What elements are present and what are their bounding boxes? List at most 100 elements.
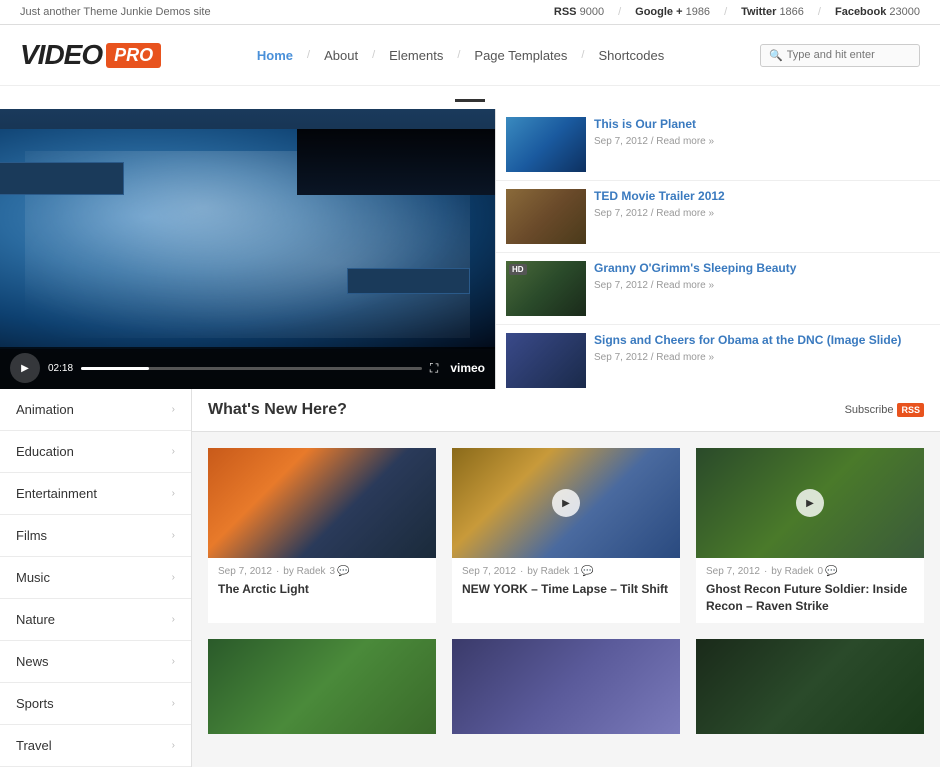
- comment-count: 3 💬: [330, 566, 350, 577]
- hd-badge: HD: [509, 264, 527, 275]
- article-date: Sep 7, 2012: [462, 566, 516, 577]
- nav-home[interactable]: Home: [247, 44, 303, 67]
- main-nav: Home / About / Elements / Page Templates…: [247, 44, 674, 67]
- sidebar-label: Education: [16, 444, 74, 459]
- hero-item-thumb: [506, 333, 586, 388]
- article-thumbnail: ▶: [696, 448, 924, 558]
- logo-text: VIDEO: [20, 39, 102, 71]
- search-icon: 🔍: [769, 49, 783, 62]
- divider3: /: [818, 6, 821, 18]
- sidebar-label: News: [16, 654, 49, 669]
- subscribe-label: Subscribe: [845, 404, 894, 416]
- article-title: Ghost Recon Future Soldier: Inside Recon…: [706, 581, 914, 615]
- play-overlay-icon: ▶: [796, 489, 824, 517]
- social-links: RSS 9000 / Google + 1986 / Twitter 1866 …: [554, 6, 920, 18]
- accent-line: [455, 99, 485, 102]
- article-meta: Sep 7, 2012 · by Radek 3 💬: [218, 566, 426, 577]
- video-thumbnail: [0, 129, 495, 349]
- hero-item-text: This is Our Planet Sep 7, 2012 / Read mo…: [594, 117, 714, 147]
- sidebar-label: Animation: [16, 402, 74, 417]
- facebook-link[interactable]: Facebook 23000: [835, 6, 920, 18]
- top-bar: Just another Theme Junkie Demos site RSS…: [0, 0, 940, 25]
- hero-item-title: This is Our Planet: [594, 117, 714, 133]
- nav-shortcodes[interactable]: Shortcodes: [588, 44, 674, 67]
- hero-item-text: TED Movie Trailer 2012 Sep 7, 2012 / Rea…: [594, 189, 725, 219]
- sidebar-item-travel[interactable]: Travel ›: [0, 725, 191, 767]
- sidebar-item-education[interactable]: Education ›: [0, 431, 191, 473]
- subscribe-button[interactable]: Subscribe RSS: [845, 403, 924, 417]
- article-author: by Radek: [771, 566, 813, 577]
- hero-section: ▶ 02:18 ⛶ vimeo This is Our Planet Sep 7…: [0, 109, 940, 389]
- sidebar-item-news[interactable]: News ›: [0, 641, 191, 683]
- sidebar-item-sports[interactable]: Sports ›: [0, 683, 191, 725]
- article-card[interactable]: [696, 639, 924, 734]
- logo-pro: PRO: [106, 43, 161, 68]
- article-date: Sep 7, 2012: [218, 566, 272, 577]
- nav-about[interactable]: About: [314, 44, 368, 67]
- article-card[interactable]: ▶ Sep 7, 2012 · by Radek 0 💬 Ghost Recon…: [696, 448, 924, 623]
- chevron-right-icon: ›: [172, 656, 175, 667]
- hero-item-meta: Sep 7, 2012 / Read more »: [594, 136, 714, 147]
- hero-item-title: Signs and Cheers for Obama at the DNC (I…: [594, 333, 901, 349]
- article-card[interactable]: [452, 639, 680, 734]
- nav-accent: [0, 86, 940, 109]
- play-button[interactable]: ▶: [10, 353, 40, 383]
- play-overlay-icon: ▶: [552, 489, 580, 517]
- article-title: The Arctic Light: [218, 581, 426, 598]
- article-thumbnail: [696, 639, 924, 734]
- hero-sidebar-item[interactable]: HD Granny O'Grimm's Sleeping Beauty Sep …: [496, 253, 940, 325]
- sidebar-nav: Animation › Education › Entertainment › …: [0, 389, 192, 767]
- sidebar-item-music[interactable]: Music ›: [0, 557, 191, 599]
- google-link[interactable]: Google + 1986: [635, 6, 710, 18]
- fullscreen-button[interactable]: ⛶: [430, 361, 438, 376]
- sidebar-label: Films: [16, 528, 47, 543]
- hero-video-player[interactable]: ▶ 02:18 ⛶ vimeo: [0, 109, 495, 389]
- logo[interactable]: VIDEO PRO: [20, 39, 161, 71]
- search-box[interactable]: 🔍: [760, 44, 920, 67]
- article-title: NEW YORK – Time Lapse – Tilt Shift: [462, 581, 670, 598]
- sidebar-label: Entertainment: [16, 486, 97, 501]
- chevron-right-icon: ›: [172, 740, 175, 751]
- article-grid: Sep 7, 2012 · by Radek 3 💬 The Arctic Li…: [192, 432, 940, 639]
- article-meta: Sep 7, 2012 · by Radek 1 💬: [462, 566, 670, 577]
- video-controls[interactable]: ▶ 02:18 ⛶ vimeo: [0, 347, 495, 389]
- meta-dot: ·: [276, 566, 279, 577]
- sidebar-item-entertainment[interactable]: Entertainment ›: [0, 473, 191, 515]
- hero-sidebar-item[interactable]: TED Movie Trailer 2012 Sep 7, 2012 / Rea…: [496, 181, 940, 253]
- progress-bar[interactable]: [81, 367, 422, 370]
- rss-link[interactable]: RSS 9000: [554, 6, 604, 18]
- article-card[interactable]: [208, 639, 436, 734]
- search-input[interactable]: [787, 49, 917, 61]
- article-thumbnail: [208, 448, 436, 558]
- hero-thumb-img: [506, 189, 586, 244]
- hero-item-text: Granny O'Grimm's Sleeping Beauty Sep 7, …: [594, 261, 796, 291]
- chevron-right-icon: ›: [172, 404, 175, 415]
- article-author: by Radek: [527, 566, 569, 577]
- article-body: Sep 7, 2012 · by Radek 0 💬 Ghost Recon F…: [696, 558, 924, 623]
- chevron-right-icon: ›: [172, 614, 175, 625]
- sidebar-item-animation[interactable]: Animation ›: [0, 389, 191, 431]
- article-thumbnail: ▶: [452, 448, 680, 558]
- divider2: /: [724, 6, 727, 18]
- nav-page-templates[interactable]: Page Templates: [464, 44, 577, 67]
- meta-dot: ·: [520, 566, 523, 577]
- sidebar-item-nature[interactable]: Nature ›: [0, 599, 191, 641]
- sidebar-label: Nature: [16, 612, 55, 627]
- hero-sidebar-item[interactable]: This is Our Planet Sep 7, 2012 / Read mo…: [496, 109, 940, 181]
- vimeo-logo: vimeo: [450, 361, 485, 375]
- article-card[interactable]: Sep 7, 2012 · by Radek 3 💬 The Arctic Li…: [208, 448, 436, 623]
- comment-icon: 💬: [825, 566, 837, 577]
- meta-dot: ·: [764, 566, 767, 577]
- sidebar-item-films[interactable]: Films ›: [0, 515, 191, 557]
- rss-icon: RSS: [897, 403, 924, 417]
- hero-sidebar-item[interactable]: Signs and Cheers for Obama at the DNC (I…: [496, 325, 940, 389]
- comment-icon: 💬: [581, 566, 593, 577]
- section-title: What's New Here?: [208, 401, 347, 419]
- article-card[interactable]: ▶ Sep 7, 2012 · by Radek 1 💬 NEW YORK – …: [452, 448, 680, 623]
- tagline: Just another Theme Junkie Demos site: [20, 6, 211, 18]
- nav-div3: /: [457, 49, 460, 61]
- progress-fill: [81, 367, 149, 370]
- nav-elements[interactable]: Elements: [379, 44, 453, 67]
- hero-item-thumb: HD: [506, 261, 586, 316]
- twitter-link[interactable]: Twitter 1866: [741, 6, 804, 18]
